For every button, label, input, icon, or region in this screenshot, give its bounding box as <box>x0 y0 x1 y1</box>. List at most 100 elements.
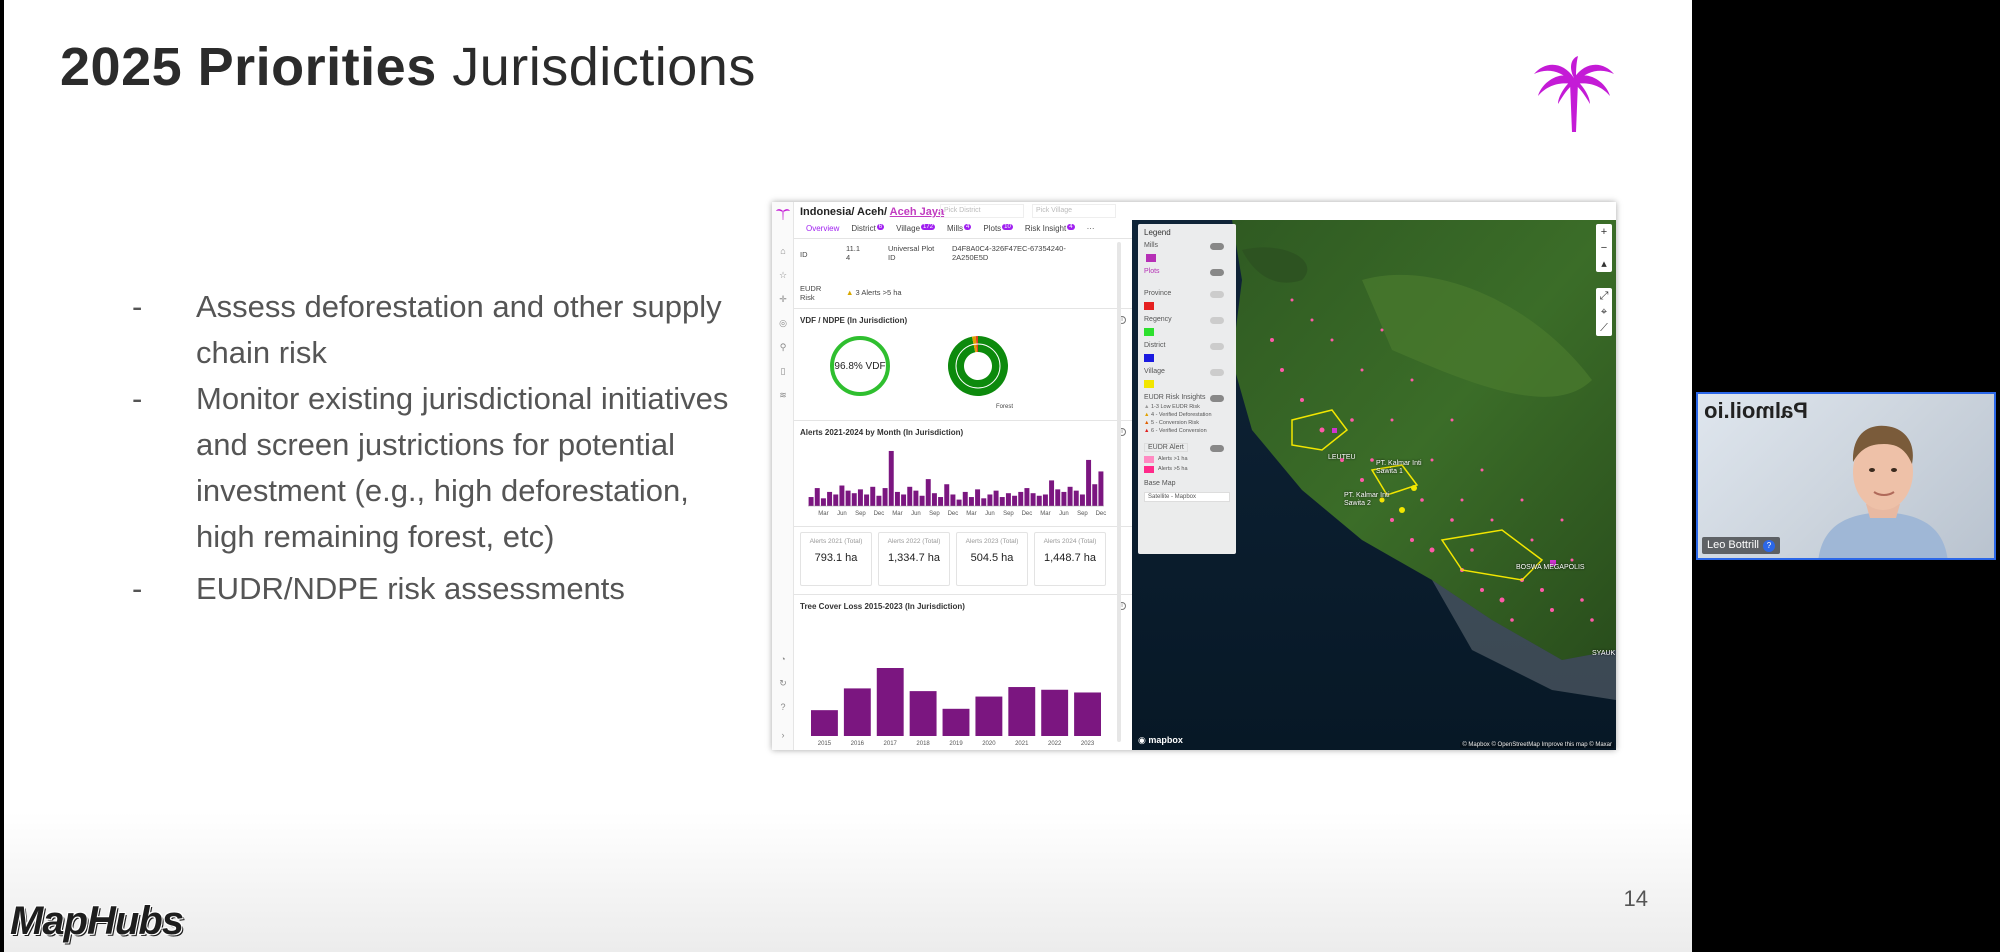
alert-bar[interactable] <box>993 490 999 506</box>
alert-bar[interactable] <box>938 497 944 506</box>
tree-loss-bar[interactable] <box>942 708 970 736</box>
alert-bar[interactable] <box>851 493 857 506</box>
crosshair-icon[interactable]: ✛ <box>777 294 789 304</box>
alert-bar[interactable] <box>1086 459 1092 506</box>
pick-district-select[interactable]: Pick District <box>940 204 1024 218</box>
alert-bar[interactable] <box>864 494 870 506</box>
alert-bar[interactable] <box>975 489 981 506</box>
alert-bar[interactable] <box>1073 490 1079 506</box>
alert-bar[interactable] <box>888 450 894 506</box>
zoom-out-button[interactable]: − <box>1596 240 1612 256</box>
tab-mills[interactable]: Mills 4 <box>947 224 972 238</box>
village-toggle[interactable] <box>1210 369 1224 376</box>
mills-toggle[interactable] <box>1210 243 1224 250</box>
pin-icon[interactable]: ⚲ <box>777 342 789 352</box>
alert-bar[interactable] <box>894 491 900 506</box>
layers-icon[interactable]: ≋ <box>777 390 789 400</box>
alert-bar[interactable] <box>1036 495 1042 506</box>
palm-app-icon[interactable] <box>776 208 790 220</box>
mapbox-logo[interactable]: ◉ mapbox <box>1138 735 1183 746</box>
globe-icon[interactable]: ◎ <box>777 318 789 328</box>
alert-bar[interactable] <box>944 484 950 506</box>
panel-scrollbar[interactable] <box>1117 242 1121 742</box>
alert-bar[interactable] <box>950 494 956 506</box>
alert-bar[interactable] <box>1092 484 1098 506</box>
home-icon[interactable]: ⌂ <box>777 246 789 256</box>
refresh-icon[interactable]: ↻ <box>777 678 789 688</box>
alert-bar[interactable] <box>1030 493 1036 506</box>
alert-bar[interactable] <box>968 497 974 506</box>
more-tabs-button[interactable]: ··· <box>1087 224 1095 238</box>
pie-slice[interactable] <box>948 336 1008 396</box>
tree-loss-bar[interactable] <box>1008 687 1036 736</box>
alert-bar[interactable] <box>839 485 845 506</box>
alert-bar[interactable] <box>1055 489 1061 506</box>
alert-bar[interactable] <box>1012 495 1018 506</box>
alert-bar[interactable] <box>857 489 863 506</box>
help-icon[interactable]: ? <box>777 702 789 712</box>
alert-bar[interactable] <box>962 491 968 506</box>
alert-bar[interactable] <box>827 491 833 506</box>
pick-village-select[interactable]: Pick Village <box>1032 204 1116 218</box>
alert-bar[interactable] <box>931 493 937 506</box>
alert-bar[interactable] <box>1005 493 1011 506</box>
tree-loss-bar[interactable] <box>1041 689 1069 736</box>
satellite-map[interactable]: Legend Mills Plots Province Regency Dist… <box>1132 220 1616 750</box>
tab-risk-insight[interactable]: Risk Insight 4 <box>1025 224 1075 238</box>
tree-loss-bar[interactable] <box>1074 692 1101 736</box>
alert-bar[interactable] <box>814 488 820 506</box>
alert-bar[interactable] <box>833 494 839 506</box>
alert-bar[interactable] <box>913 490 919 506</box>
tree-loss-bar[interactable] <box>975 696 1003 736</box>
zoom-in-button[interactable]: + <box>1596 224 1612 240</box>
alert-bar[interactable] <box>987 494 993 506</box>
alert-bar[interactable] <box>876 495 882 506</box>
fullscreen-icon[interactable]: ⤢ <box>1596 288 1612 304</box>
alert-bar[interactable] <box>981 498 987 506</box>
tree-loss-bar[interactable] <box>909 691 937 736</box>
locate-icon[interactable]: ⌖ <box>1596 304 1612 320</box>
alert-bar[interactable] <box>1079 494 1085 506</box>
star-icon[interactable]: ☆ <box>777 270 789 280</box>
basemap-select[interactable]: Satellite - Mapbox <box>1144 492 1230 502</box>
eudr-alert-toggle[interactable] <box>1210 445 1224 452</box>
document-icon[interactable]: ▯ <box>777 366 789 376</box>
eudr-risk-toggle[interactable] <box>1210 395 1224 402</box>
alert-bar[interactable] <box>925 479 931 506</box>
alert-bar[interactable] <box>999 497 1005 506</box>
alert-bar[interactable] <box>919 495 925 506</box>
alert-bar[interactable] <box>845 490 851 506</box>
alert-bar[interactable] <box>1067 486 1073 506</box>
alert-bar[interactable] <box>1024 488 1030 506</box>
month-tick-label: Jun <box>1059 511 1069 517</box>
province-toggle[interactable] <box>1210 291 1224 298</box>
tab-plots[interactable]: Plots 10 <box>983 224 1013 238</box>
tree-loss-bar[interactable] <box>876 668 904 736</box>
user-icon[interactable]: ◔ <box>777 654 789 664</box>
alert-bar[interactable] <box>901 494 907 506</box>
alert-bar[interactable] <box>882 488 888 506</box>
alert-bar[interactable] <box>870 486 876 506</box>
tree-loss-bar[interactable] <box>843 688 871 736</box>
tab-overview[interactable]: Overview <box>806 224 839 238</box>
alert-bar[interactable] <box>1018 491 1024 506</box>
breadcrumb-link[interactable]: Aceh Jaya <box>890 206 944 218</box>
tab-district[interactable]: District 6 <box>851 224 885 238</box>
alert-bar[interactable] <box>808 497 814 506</box>
alert-bar[interactable] <box>907 486 913 506</box>
tab-village[interactable]: Village 172 <box>896 224 936 238</box>
alert-bar[interactable] <box>820 498 826 506</box>
map-attribution[interactable]: © Mapbox © OpenStreetMap Improve this ma… <box>1460 742 1614 748</box>
alert-bar[interactable] <box>1061 491 1067 506</box>
alert-bar[interactable] <box>1098 471 1104 506</box>
district-toggle[interactable] <box>1210 343 1224 350</box>
compass-icon[interactable]: ▴ <box>1596 256 1612 272</box>
chevron-right-icon[interactable]: › <box>777 730 789 740</box>
measure-icon[interactable]: ⟋ <box>1596 320 1612 336</box>
alert-bar[interactable] <box>1049 480 1055 506</box>
tree-loss-bar[interactable] <box>811 710 838 736</box>
alert-bar[interactable] <box>956 499 962 506</box>
plots-toggle[interactable] <box>1210 269 1224 276</box>
regency-toggle[interactable] <box>1210 317 1224 324</box>
alert-bar[interactable] <box>1042 494 1048 506</box>
